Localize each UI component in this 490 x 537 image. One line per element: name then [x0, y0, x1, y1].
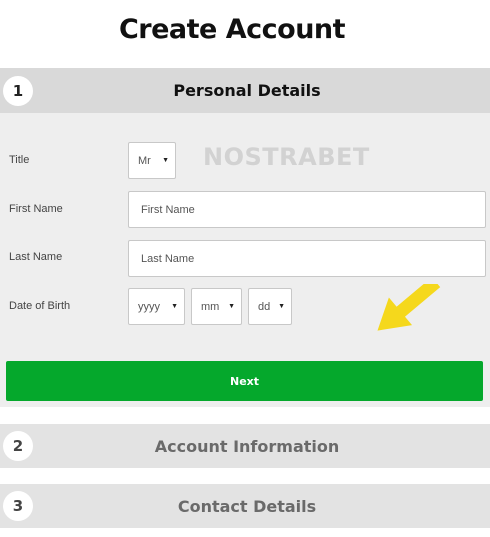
caret-down-icon: ▼: [162, 157, 169, 164]
first-name-label: First Name: [9, 203, 63, 215]
dob-year-value: yyyy: [138, 300, 160, 313]
dob-month-value: mm: [201, 300, 220, 313]
first-name-field[interactable]: [128, 191, 486, 228]
title-label: Title: [9, 154, 30, 166]
date-of-birth-label: Date of Birth: [9, 300, 71, 312]
dob-month-select[interactable]: mm ▼: [191, 288, 242, 325]
title-select[interactable]: Mr ▼: [128, 142, 176, 179]
step-title-personal-details: Personal Details: [173, 81, 321, 100]
watermark-logo: NOSTRABET: [203, 143, 370, 171]
title-select-value: Mr: [138, 154, 151, 167]
step-header-contact-details[interactable]: 3 Contact Details: [0, 484, 490, 528]
dob-day-select[interactable]: dd ▼: [248, 288, 292, 325]
caret-down-icon: ▼: [228, 303, 235, 310]
caret-down-icon: ▼: [278, 303, 285, 310]
dob-year-select[interactable]: yyyy ▼: [128, 288, 185, 325]
arrow-pointer-icon: [377, 284, 441, 331]
step-title-contact-details: Contact Details: [177, 497, 317, 516]
caret-down-icon: ▼: [171, 303, 178, 310]
last-name-field[interactable]: [128, 240, 486, 277]
step-header-personal-details[interactable]: 1 Personal Details: [0, 68, 490, 113]
page-title: Create Account: [118, 14, 346, 45]
step-title-account-information: Account Information: [154, 437, 340, 456]
step-header-account-information[interactable]: 2 Account Information: [0, 424, 490, 468]
dob-day-value: dd: [258, 300, 271, 313]
last-name-label: Last Name: [9, 251, 63, 263]
next-button[interactable]: Next: [6, 361, 483, 401]
